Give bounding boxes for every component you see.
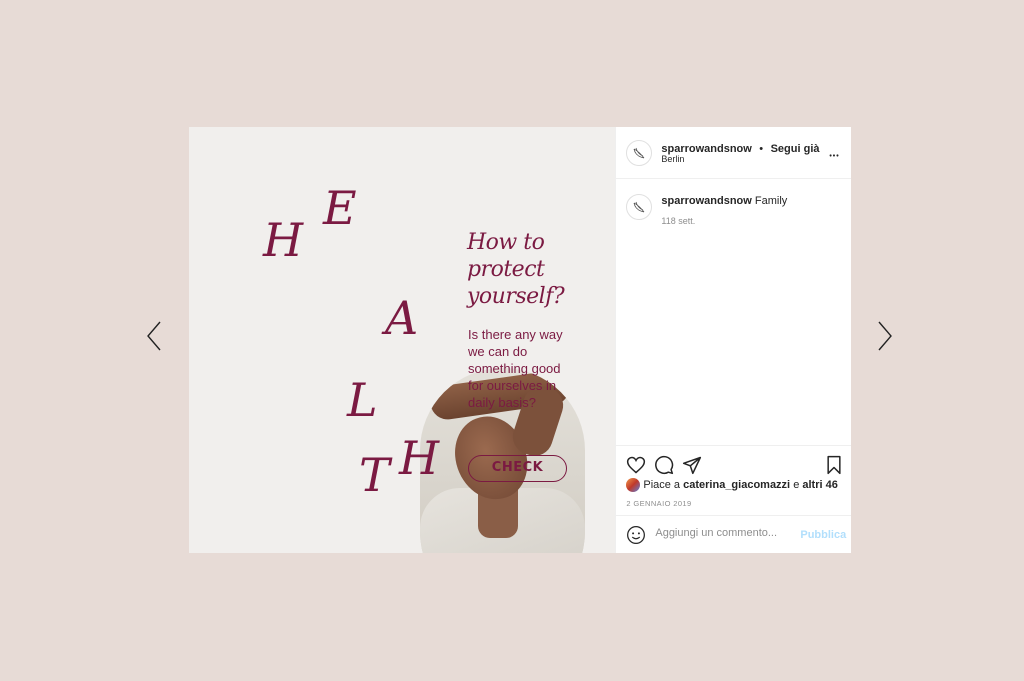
likes-connector: e <box>793 479 800 491</box>
caption-body: Family <box>754 195 788 207</box>
emoji-icon <box>627 526 646 544</box>
letter-t: T <box>359 448 390 502</box>
caption-text: sparrowandsnow Family <box>661 195 787 207</box>
send-icon <box>683 456 702 475</box>
previous-post-arrow[interactable] <box>145 320 165 352</box>
comment-input[interactable] <box>655 527 796 539</box>
heart-icon <box>627 456 646 474</box>
instagram-post: H E A L T H How to protect yourself? Is … <box>189 127 852 554</box>
post-image[interactable]: H E A L T H How to protect yourself? Is … <box>189 127 616 553</box>
caption-avatar[interactable] <box>626 194 653 220</box>
image-body-text: Is there any way we can do something goo… <box>468 327 563 410</box>
following-button[interactable]: Segui già <box>771 143 820 155</box>
likes-prefix: Piace a <box>643 479 681 491</box>
header-separator: • <box>759 143 764 155</box>
letter-h2: H <box>399 431 440 485</box>
caption-timestamp: 118 sett. <box>661 216 696 226</box>
profile-avatar[interactable] <box>626 140 653 166</box>
post-location[interactable]: Berlin <box>661 154 684 164</box>
publish-button[interactable]: Pubblica <box>800 529 846 541</box>
comment-bar: Pubblica <box>616 515 852 554</box>
liker-avatar <box>626 478 641 492</box>
bookmark-icon <box>827 455 841 475</box>
bird-logo-icon <box>633 147 645 159</box>
save-button[interactable] <box>824 455 844 475</box>
image-headline: How to protect yourself? <box>467 230 565 309</box>
check-button: CHECK <box>468 455 567 482</box>
comment-button[interactable] <box>654 455 674 475</box>
comment-icon <box>655 455 674 475</box>
letter-a: A <box>385 291 419 345</box>
post-header: sparrowandsnow • Segui già Berlin ••• <box>616 127 852 179</box>
emoji-button[interactable] <box>626 525 646 545</box>
likes-summary: Piace a caterina_giacomazzi e altri 46 <box>626 478 838 492</box>
action-bar: Piace a caterina_giacomazzi e altri 46 2… <box>616 445 852 516</box>
letter-l: L <box>347 373 378 427</box>
chevron-right-icon <box>878 321 892 351</box>
next-post-arrow[interactable] <box>874 320 894 352</box>
like-button[interactable] <box>626 455 646 475</box>
share-button[interactable] <box>682 455 702 475</box>
liked-by-user[interactable]: caterina_giacomazzi <box>683 479 790 491</box>
more-icon: ••• <box>829 153 840 160</box>
letter-e: E <box>323 181 357 235</box>
bird-logo-icon <box>633 201 645 213</box>
letter-h1: H <box>263 213 304 267</box>
chevron-left-icon <box>147 321 161 351</box>
caption-username[interactable]: sparrowandsnow <box>661 195 751 207</box>
post-sidebar: sparrowandsnow • Segui già Berlin ••• sp… <box>615 127 852 554</box>
post-date: 2 GENNAIO 2019 <box>626 499 692 508</box>
more-options-button[interactable]: ••• <box>829 145 839 161</box>
likes-others-link[interactable]: altri 46 <box>802 479 837 491</box>
